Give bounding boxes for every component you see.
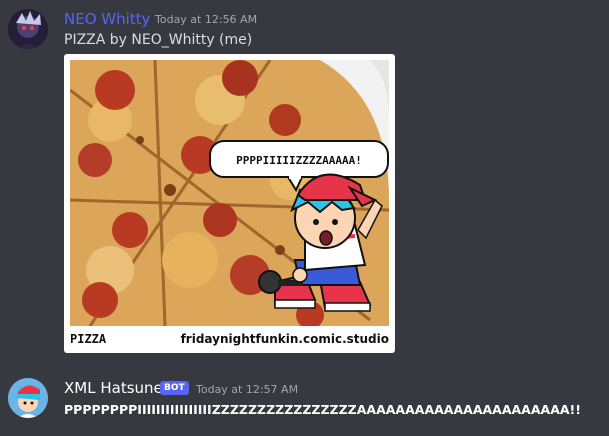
- message-text: PPPPPPPPIIIIIIIIIIIIIIIIZZZZZZZZZZZZZZZZ…: [64, 402, 581, 417]
- neo-whitty-avatar-icon[interactable]: [8, 9, 48, 49]
- comic-panel: PPPPIIIIIZZZZAAAAA!: [70, 60, 389, 326]
- comic-caption-site: fridaynightfunkin.comic.studio: [180, 332, 389, 346]
- pizza-comic-image: PPPPIIIIIZZZZAAAAA!: [70, 60, 389, 326]
- speech-bubble-text: PPPPIIIIIZZZZAAAAA!: [236, 154, 362, 167]
- message-timestamp: Today at 12:57 AM: [196, 383, 299, 396]
- bot-badge: BOT: [160, 381, 189, 395]
- message-1: NEO Whitty Today at 12:56 AM PIZZA by NE…: [0, 0, 609, 360]
- username-neo-whitty[interactable]: NEO Whitty: [64, 10, 150, 28]
- message-text: PIZZA by NEO_Whitty (me): [64, 32, 253, 48]
- message-timestamp: Today at 12:56 AM: [155, 13, 258, 26]
- image-attachment[interactable]: PPPPIIIIIZZZZAAAAA! PIZZA fridaynightfun…: [64, 54, 395, 353]
- xml-hatsune-avatar-icon[interactable]: [8, 378, 48, 418]
- message-2: XML Hatsune BOT Today at 12:57 AM PPPPPP…: [0, 370, 609, 436]
- username-xml-hatsune[interactable]: XML Hatsune: [64, 379, 163, 397]
- comic-caption-title: PIZZA: [70, 332, 107, 346]
